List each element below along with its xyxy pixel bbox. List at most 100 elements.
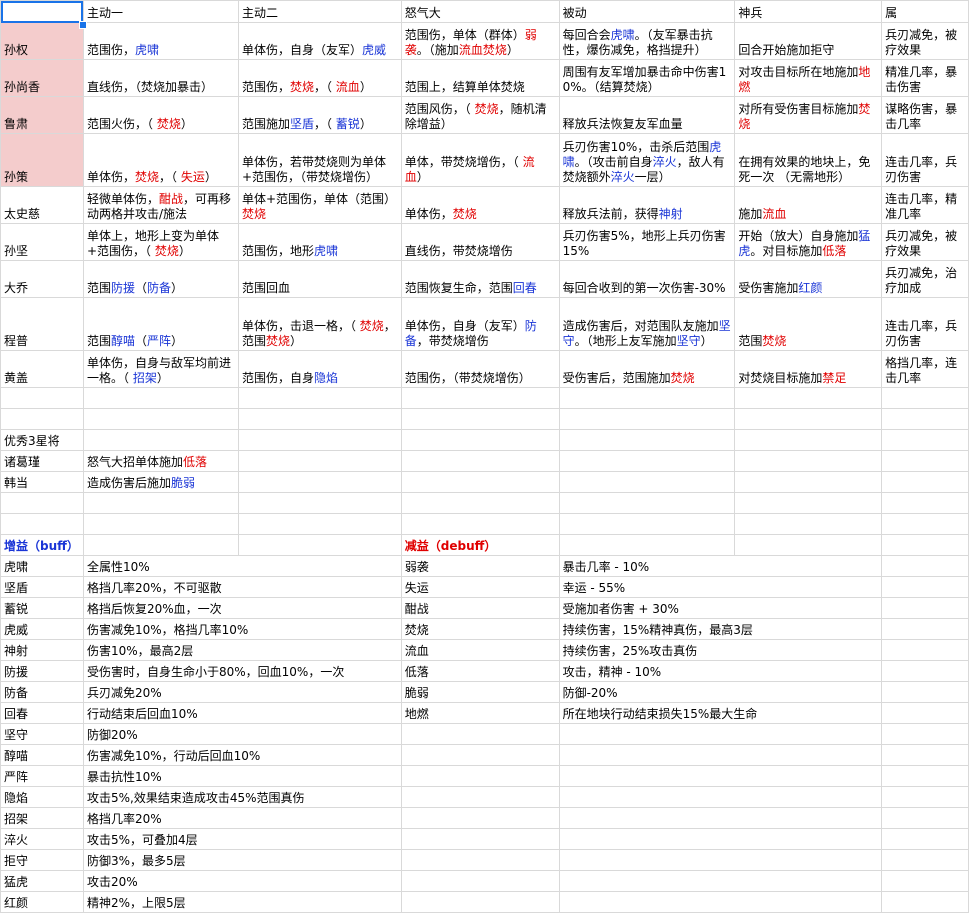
- active-1-cell[interactable]: 范围伤，虎啸: [82, 22, 239, 60]
- rage-ultimate-cell[interactable]: 范围风伤，（ 焚烧，随机清除增益）: [400, 96, 560, 134]
- attribute-cell[interactable]: 兵刃减免，被疗效果: [881, 223, 969, 261]
- rage-ultimate-cell[interactable]: 范围恢复生命，范围回春: [400, 260, 560, 298]
- active-2-cell[interactable]: 单体伤，自身（友军）虎威: [237, 22, 402, 60]
- hero-name-cell[interactable]: 孙策: [0, 133, 84, 187]
- empty-cell[interactable]: [82, 534, 239, 556]
- empty-cell[interactable]: [734, 534, 883, 556]
- empty-cell[interactable]: [881, 492, 969, 514]
- divine-weapon-cell[interactable]: 在拥有效果的地块上，免死一次 （无需地形）: [734, 133, 883, 187]
- buff-name-cell[interactable]: 拒守: [0, 849, 84, 871]
- selection-fill-handle[interactable]: [79, 21, 87, 29]
- debuff-name-cell[interactable]: [400, 744, 560, 766]
- buff-desc-cell[interactable]: 伤害减免10%，格挡几率10%: [82, 618, 402, 640]
- empty-cell[interactable]: [237, 450, 402, 472]
- buff-title-cell[interactable]: 增益（buff）: [0, 534, 84, 556]
- active-2-cell[interactable]: 单体伤，击退一格，（ 焚烧，范围焚烧）: [237, 297, 402, 351]
- hero-name-cell[interactable]: 大乔: [0, 260, 84, 298]
- rage-ultimate-cell[interactable]: 单体，带焚烧增伤，（ 流血）: [400, 133, 560, 187]
- buff-name-cell[interactable]: 虎啸: [0, 555, 84, 577]
- empty-cell[interactable]: [881, 807, 969, 829]
- attribute-cell[interactable]: 连击几率，兵刃伤害: [881, 297, 969, 351]
- debuff-name-cell[interactable]: [400, 849, 560, 871]
- attribute-cell[interactable]: 连击几率，精准几率: [881, 186, 969, 224]
- divine-weapon-cell[interactable]: 施加流血: [734, 186, 883, 224]
- empty-cell[interactable]: [400, 513, 560, 535]
- buff-desc-cell[interactable]: 伤害10%，最高2层: [82, 639, 402, 661]
- empty-cell[interactable]: [82, 387, 239, 409]
- column-header-active-1[interactable]: 主动一: [82, 0, 239, 23]
- empty-cell[interactable]: [881, 576, 969, 598]
- debuff-name-cell[interactable]: 酣战: [400, 597, 560, 619]
- rage-ultimate-cell[interactable]: 范围伤，（带焚烧增伤）: [400, 350, 560, 388]
- empty-cell[interactable]: [82, 513, 239, 535]
- active-1-cell[interactable]: 单体伤，自身与敌军均前进一格。（ 招架）: [82, 350, 239, 388]
- debuff-name-cell[interactable]: 脆弱: [400, 681, 560, 703]
- attribute-cell[interactable]: 兵刃减免，被疗效果: [881, 22, 969, 60]
- hero-name-cell[interactable]: 孙尚香: [0, 59, 84, 97]
- debuff-name-cell[interactable]: 地燃: [400, 702, 560, 724]
- divine-weapon-cell[interactable]: 回合开始施加拒守: [734, 22, 883, 60]
- empty-cell[interactable]: [0, 408, 84, 430]
- debuff-name-cell[interactable]: [400, 723, 560, 745]
- hero-name-cell[interactable]: 太史慈: [0, 186, 84, 224]
- debuff-name-cell[interactable]: 焚烧: [400, 618, 560, 640]
- column-header-passive[interactable]: 被动: [558, 0, 736, 23]
- divine-weapon-cell[interactable]: 范围焚烧: [734, 297, 883, 351]
- empty-cell[interactable]: [881, 450, 969, 472]
- rage-ultimate-cell[interactable]: 范围伤，单体（群体）弱袭。（施加流血焚烧）: [400, 22, 560, 60]
- buff-desc-cell[interactable]: 攻击5%，可叠加4层: [82, 828, 402, 850]
- active-1-cell[interactable]: 范围醇喵（严阵）: [82, 297, 239, 351]
- buff-desc-cell[interactable]: 攻击20%: [82, 870, 402, 892]
- debuff-name-cell[interactable]: [400, 786, 560, 808]
- debuff-desc-cell[interactable]: 幸运 - 55%: [558, 576, 883, 598]
- debuff-name-cell[interactable]: [400, 807, 560, 829]
- empty-cell[interactable]: [237, 429, 402, 451]
- buff-name-cell[interactable]: 红颜: [0, 891, 84, 913]
- empty-cell[interactable]: [734, 429, 883, 451]
- three-star-title-cell[interactable]: 优秀3星将: [0, 429, 84, 451]
- buff-name-cell[interactable]: 醇喵: [0, 744, 84, 766]
- active-1-cell[interactable]: 轻微单体伤，酣战，可再移动两格并攻击/施法: [82, 186, 239, 224]
- buff-name-cell[interactable]: 坚守: [0, 723, 84, 745]
- active-1-cell[interactable]: 范围防援（防备）: [82, 260, 239, 298]
- debuff-desc-cell[interactable]: [558, 786, 883, 808]
- passive-cell[interactable]: 受伤害后，范围施加焚烧: [558, 350, 736, 388]
- active-2-cell[interactable]: 范围施加坚盾，（ 蓄锐）: [237, 96, 402, 134]
- attribute-cell[interactable]: 精准几率，暴击伤害: [881, 59, 969, 97]
- divine-weapon-cell[interactable]: 对攻击目标所在地施加地燃: [734, 59, 883, 97]
- buff-name-cell[interactable]: 隐焰: [0, 786, 84, 808]
- passive-cell[interactable]: 周围有友军增加暴击命中伤害10%。（结算焚烧）: [558, 59, 736, 97]
- buff-desc-cell[interactable]: 攻击5%,效果结束造成攻击45%范围真伤: [82, 786, 402, 808]
- debuff-desc-cell[interactable]: [558, 765, 883, 787]
- empty-cell[interactable]: [881, 408, 969, 430]
- debuff-desc-cell[interactable]: 暴击几率 - 10%: [558, 555, 883, 577]
- empty-cell[interactable]: [881, 429, 969, 451]
- empty-cell[interactable]: [734, 450, 883, 472]
- buff-desc-cell[interactable]: 伤害减免10%，行动后回血10%: [82, 744, 402, 766]
- rage-ultimate-cell[interactable]: 范围上，结算单体焚烧: [400, 59, 560, 97]
- column-header-rage-ultimate[interactable]: 怒气大: [400, 0, 560, 23]
- buff-name-cell[interactable]: 淬火: [0, 828, 84, 850]
- buff-name-cell[interactable]: 猛虎: [0, 870, 84, 892]
- empty-cell[interactable]: [558, 492, 736, 514]
- empty-cell[interactable]: [881, 597, 969, 619]
- empty-cell[interactable]: [400, 471, 560, 493]
- empty-cell[interactable]: [881, 828, 969, 850]
- debuff-desc-cell[interactable]: [558, 849, 883, 871]
- three-star-name-cell[interactable]: 诸葛瑾: [0, 450, 84, 472]
- empty-cell[interactable]: [734, 513, 883, 535]
- empty-cell[interactable]: [82, 429, 239, 451]
- three-star-desc-cell[interactable]: 怒气大招单体施加低落: [82, 450, 239, 472]
- active-2-cell[interactable]: 范围回血: [237, 260, 402, 298]
- debuff-desc-cell[interactable]: 持续伤害，15%精神真伤，最高3层: [558, 618, 883, 640]
- empty-cell[interactable]: [0, 387, 84, 409]
- passive-cell[interactable]: 兵刃伤害5%，地形上兵刃伤害15%: [558, 223, 736, 261]
- divine-weapon-cell[interactable]: 对所有受伤害目标施加焚烧: [734, 96, 883, 134]
- empty-cell[interactable]: [881, 639, 969, 661]
- empty-cell[interactable]: [237, 387, 402, 409]
- buff-name-cell[interactable]: 严阵: [0, 765, 84, 787]
- buff-desc-cell[interactable]: 格挡几率20%: [82, 807, 402, 829]
- empty-cell[interactable]: [237, 408, 402, 430]
- buff-desc-cell[interactable]: 受伤害时，自身生命小于80%，回血10%，一次: [82, 660, 402, 682]
- attribute-cell[interactable]: 格挡几率，连击几率: [881, 350, 969, 388]
